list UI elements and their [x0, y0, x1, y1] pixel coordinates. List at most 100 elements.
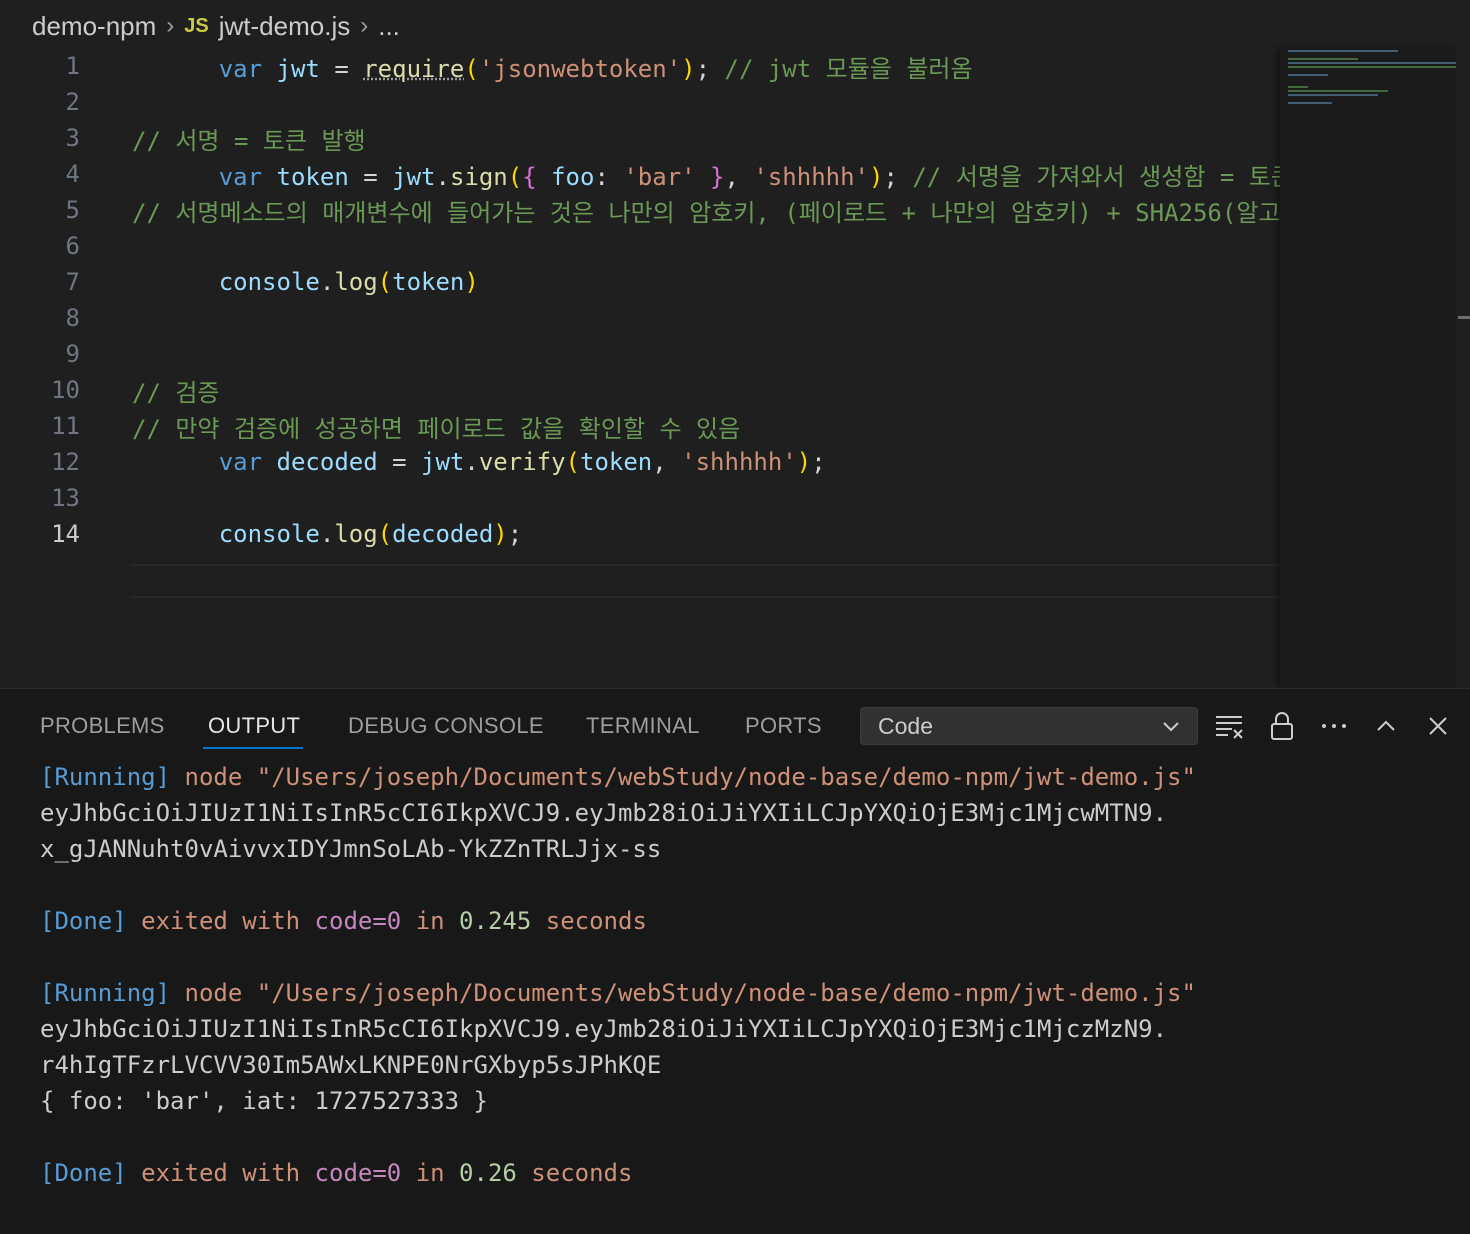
code-content[interactable]: console.log(token) [0, 264, 1280, 300]
bracket: ) [493, 520, 508, 548]
code-content[interactable]: var jwt = require('jsonwebtoken'); // jw… [0, 48, 1280, 84]
tab-ports[interactable]: PORTS [745, 713, 822, 739]
editor-scrollbar[interactable] [1456, 48, 1470, 688]
code-content[interactable]: // 서명메소드의 매개변수에 들어가는 것은 나만의 암호키, (페이로드 +… [0, 192, 1280, 228]
bracket: ) [796, 448, 812, 476]
function-name: require [363, 54, 465, 83]
tab-terminal[interactable]: TERMINAL [586, 713, 700, 739]
panel-tabs: PROBLEMS OUTPUT DEBUG CONSOLE TERMINAL P… [0, 689, 1470, 761]
identifier: token [392, 268, 465, 296]
output-line: [Done] exited with code=0 in 0.245 secon… [40, 903, 647, 939]
identifier: console [218, 268, 320, 296]
line-number: 9 [65, 340, 80, 368]
run-status-tag: [Running] [40, 979, 171, 1007]
chevron-right-icon: › [360, 12, 369, 39]
minimap-line [1288, 62, 1456, 64]
maximize-icon[interactable] [1369, 709, 1403, 743]
run-status-tag: [Running] [40, 763, 171, 791]
lock-icon[interactable] [1265, 709, 1299, 743]
line-number: 8 [65, 304, 80, 332]
bracket: ( [507, 162, 523, 191]
bracket: ) [464, 268, 479, 296]
identifier: jwt [421, 448, 465, 476]
tab-debug-console[interactable]: DEBUG CONSOLE [348, 713, 544, 739]
identifier: token [580, 448, 653, 476]
operator: = [319, 54, 364, 83]
done-status-tag: [Done] [40, 1159, 127, 1187]
close-icon[interactable] [1421, 709, 1455, 743]
exit-text: exited with [126, 907, 315, 935]
code-editor[interactable]: 1 2 3 4 5 6 7 8 9 10 11 12 13 14 var jwt… [0, 48, 1280, 688]
identifier: jwt [392, 162, 436, 191]
output-channel-select[interactable]: Code [860, 707, 1198, 745]
comment: // jwt 모듈을 불러옴 [724, 54, 973, 83]
output-line: [Running] node "/Users/joseph/Documents/… [40, 975, 1196, 1011]
scrollbar-position-marker [1458, 316, 1470, 319]
exit-duration: 0.26 [459, 1159, 517, 1187]
string-literal: 'bar' [623, 162, 696, 191]
punctuation: ; [883, 162, 913, 191]
output-line: x_gJANNuht0vAivvxIDYJmnSoLAb-YkZZnTRLJjx… [40, 831, 661, 867]
bracket: } [695, 162, 725, 191]
bracket: ( [565, 448, 580, 476]
code-content[interactable]: var decoded = jwt.verify(token, 'shhhhh'… [0, 444, 1280, 480]
output-line: { foo: 'bar', iat: 1727527333 } [40, 1083, 488, 1119]
comment: // 검증 [132, 378, 220, 407]
tab-output[interactable]: OUTPUT [208, 713, 300, 739]
punctuation: . [319, 520, 335, 548]
run-command: node [170, 979, 257, 1007]
identifier: console [218, 520, 320, 548]
punctuation: . [435, 162, 450, 191]
punctuation: , [652, 448, 682, 476]
output-line: r4hIgTFzrLVCVV30Im5AWxLKNPE0NrGXbyp5sJPh… [40, 1047, 661, 1083]
exit-text: seconds [516, 1159, 633, 1187]
identifier: decoded [392, 520, 494, 548]
bracket: ) [869, 162, 884, 191]
output-line: eyJhbGciOiJIUzI1NiIsInR5cCI6IkpXVCJ9.eyJ… [40, 795, 1167, 831]
operator: = [377, 448, 422, 476]
tab-problems[interactable]: PROBLEMS [40, 713, 165, 739]
code-line: 9 [0, 336, 1280, 372]
bracket: ( [377, 268, 393, 296]
minimap-line [1288, 74, 1328, 76]
function-name: sign [449, 162, 508, 191]
property-key: foo [536, 162, 595, 191]
code-content-active[interactable]: console.log(decoded); [0, 516, 1280, 552]
token-output: eyJhbGciOiJIUzI1NiIsInR5cCI6IkpXVCJ9.eyJ… [40, 799, 1168, 827]
breadcrumb-more[interactable]: ... [378, 11, 400, 42]
output-line: [Done] exited with code=0 in 0.26 second… [40, 1155, 632, 1191]
minimap-line [1288, 58, 1358, 60]
string-literal: 'jsonwebtoken' [478, 54, 682, 83]
function-name: log [334, 268, 378, 296]
breadcrumb-file[interactable]: jwt-demo.js [219, 11, 350, 42]
code-content[interactable]: // 검증 [0, 372, 1280, 408]
exit-text: seconds [531, 907, 647, 935]
chevron-right-icon: › [166, 12, 175, 39]
minimap[interactable] [1280, 48, 1456, 688]
keyword: var [218, 162, 263, 191]
keyword: var [218, 448, 263, 476]
clear-output-icon[interactable] [1213, 709, 1247, 743]
done-status-tag: [Done] [40, 907, 127, 935]
comment: // 서명메소드의 매개변수에 들어가는 것은 나만의 암호키, (페이로드 +… [132, 198, 1280, 227]
decoded-output: { foo: 'bar', iat: 1727527333 } [40, 1087, 488, 1115]
line-number: 2 [65, 88, 80, 116]
string-literal: 'shhhhh' [753, 162, 869, 191]
minimap-line [1288, 66, 1456, 68]
code-content[interactable]: var token = jwt.sign({ foo: 'bar' }, 'sh… [0, 156, 1280, 192]
breadcrumb-folder[interactable]: demo-npm [32, 11, 156, 42]
line-number: 13 [51, 484, 80, 512]
punctuation: , [724, 162, 754, 191]
identifier: jwt [276, 54, 320, 83]
bracket: ( [377, 520, 393, 548]
exit-text: exited with [126, 1159, 315, 1187]
run-path: "/Users/joseph/Documents/webStudy/node-b… [256, 979, 1196, 1007]
punctuation: ; [507, 520, 523, 548]
token-output: x_gJANNuht0vAivvxIDYJmnSoLAb-YkZZnTRLJjx… [40, 835, 662, 863]
token-output: r4hIgTFzrLVCVV30Im5AWxLKNPE0NrGXbyp5sJPh… [40, 1051, 662, 1079]
more-icon[interactable] [1317, 709, 1351, 743]
bracket: { [522, 162, 537, 191]
operator: = [348, 162, 393, 191]
punctuation: ; [695, 54, 725, 83]
chevron-down-icon [1159, 714, 1183, 744]
